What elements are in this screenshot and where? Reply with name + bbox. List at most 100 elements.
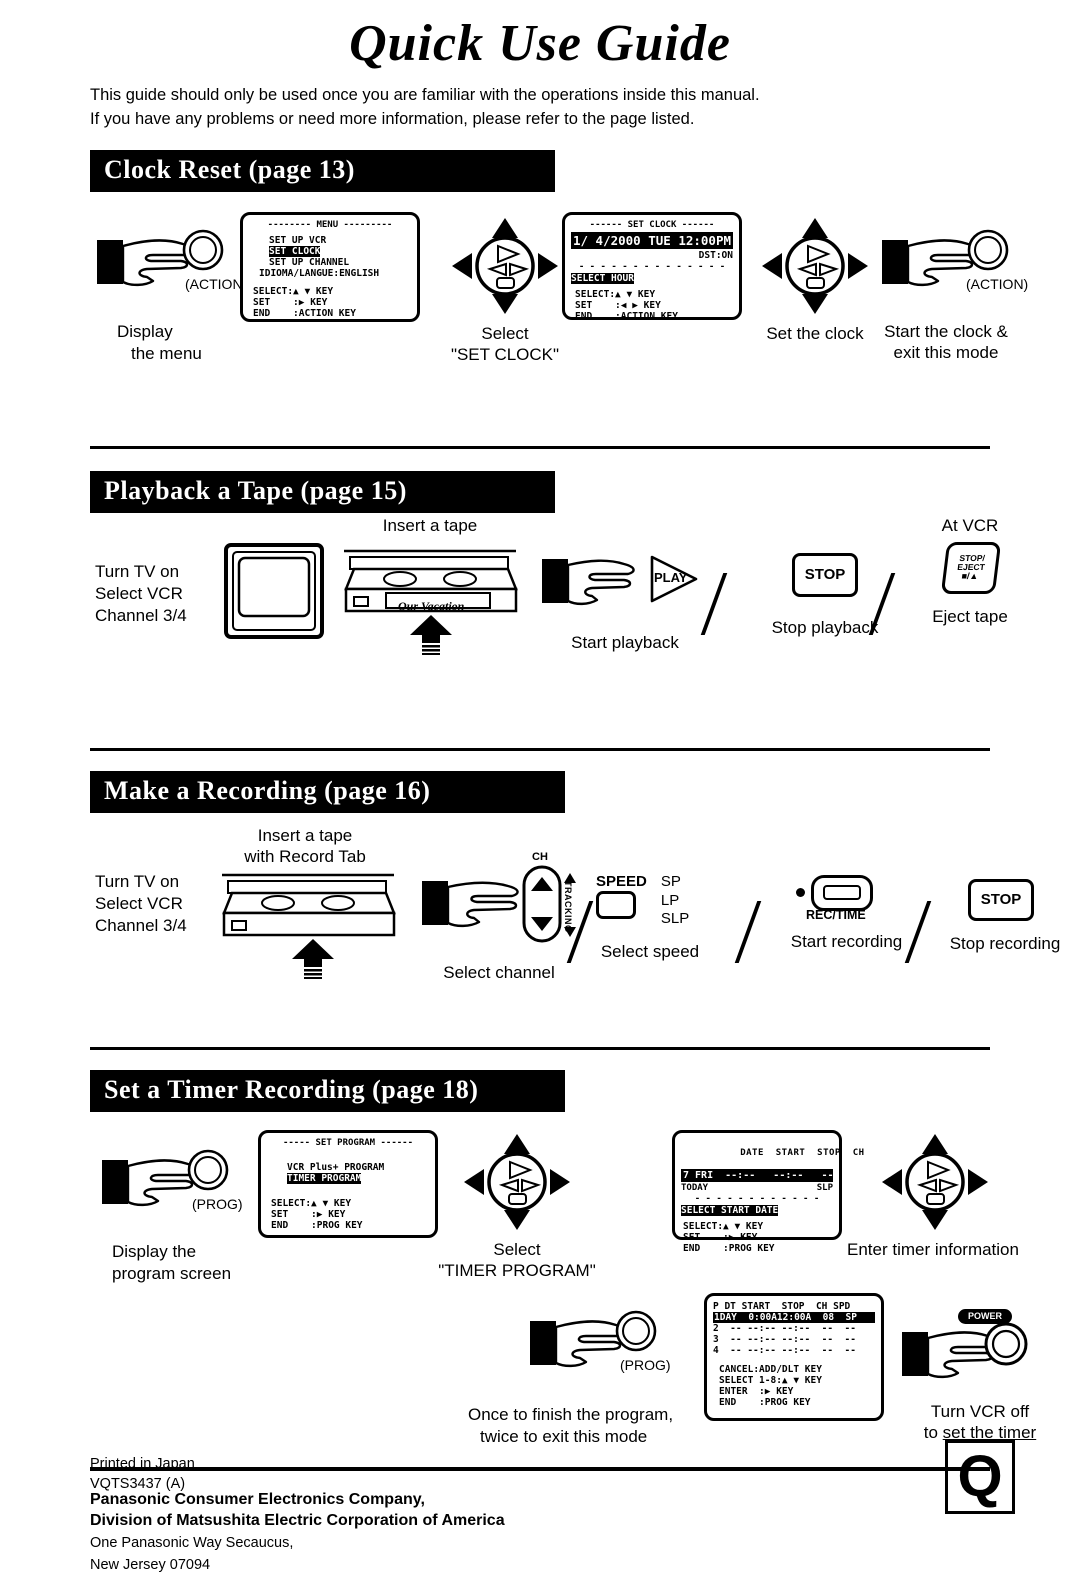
step-select-speed: SPEED SP LP SLP Select speed (596, 873, 730, 963)
page-title: Quick Use Guide (349, 15, 731, 72)
caption-line-2: twice to exit this mode (480, 1426, 648, 1446)
television-icon (224, 542, 324, 639)
osd-menu-item-0[interactable]: SET UP VCR (269, 235, 411, 246)
osd-menu-item-1[interactable]: SET CLOCK (269, 245, 411, 257)
step-caption: Enter timer information (847, 1239, 1019, 1259)
speed-option-lp: LP (660, 891, 680, 909)
arrow-pad-icon[interactable] (760, 216, 870, 316)
prog-button-label: (PROG) (192, 1195, 243, 1212)
caption-line-1: Display (117, 321, 173, 341)
osd-prog-help-0: SELECT:▲ ▼ KEY (271, 1197, 352, 1209)
intro-line-1: This guide should only be used once you … (90, 86, 760, 104)
section-heading-timer: Set a Timer Recording (page 18) (90, 1069, 565, 1112)
quick-use-guide-page: Quick Use Guide This guide should only b… (0, 0, 1080, 1573)
osd-clock-dst[interactable]: DST:ON (571, 250, 733, 261)
section-heading-playback: Playback a Tape (page 15) (90, 470, 555, 513)
step-start-clock-exit: (ACTION) Start the clock & exit this mod… (880, 224, 1029, 364)
footer: Panasonic Consumer Electronics Company, … (90, 1489, 1080, 1575)
section-divider (90, 445, 990, 449)
osd-screen-timer-entry: DATE START STOP CH 7 FRI --:-- --:-- -- … (672, 1129, 865, 1254)
action-button-label: (ACTION) (966, 275, 1029, 292)
osd-screen-set-program: ----- SET PROGRAM ------ VCR Plus+ PROGR… (258, 1129, 438, 1238)
step-eject-tape: At VCR STOP/ EJECT ■/▲ Eject tape (900, 515, 1040, 628)
rec-time-label: REC/TIME (806, 907, 866, 922)
stop-button-label: STOP (804, 566, 846, 584)
step-start-recording: REC/TIME Start recording (764, 874, 929, 952)
rec-indicator-dot (796, 888, 805, 898)
section-timer-recording: Set a Timer Recording (page 18) (PROG) D… (0, 1069, 1080, 1471)
step-caption: Select speed (600, 942, 700, 962)
osd-menu-header: -------- MENU --------- (267, 219, 393, 230)
osd-menu-help-2: END :ACTION KEY (253, 307, 356, 319)
stop-button[interactable]: STOP (792, 552, 858, 597)
vhs-tape-slot-icon (222, 873, 396, 937)
osd-list-help-1: SELECT 1-8:▲ ▼ KEY (719, 1374, 822, 1386)
insert-tape-record-caption: Insert a tape with Record Tab (200, 825, 410, 868)
step-display-menu: (ACTION) Display the menu (95, 224, 247, 365)
osd-prog-item-1[interactable]: TIMER PROGRAM (287, 1172, 429, 1184)
arrow-pad-icon[interactable] (462, 1132, 572, 1232)
caption-line-3: Channel 3/4 (95, 916, 187, 936)
company-line-2: Division of Matsushita Electric Corporat… (90, 1512, 505, 1530)
caption-line-2: with Record Tab (244, 847, 366, 867)
step-caption: Start recording (790, 931, 903, 951)
arrow-pad-icon[interactable] (880, 1132, 990, 1232)
osd-list-row-3[interactable]: 4 -- --:-- --:-- -- -- (713, 1345, 875, 1356)
osd-clock-datetime[interactable]: 1/ 4/2000 TUE 12:00PM (571, 231, 733, 249)
section-divider (90, 747, 990, 751)
play-button-label[interactable]: PLAY (654, 570, 687, 585)
osd-timer-row[interactable]: 7 FRI --:-- --:-- -- (681, 1168, 834, 1182)
speed-option-slp: SLP (660, 910, 690, 928)
osd-list-columns: P DT START STOP CH SPD (713, 1300, 851, 1312)
section-playback-tape: Playback a Tape (page 15) Turn TV on Sel… (0, 470, 1080, 751)
footer-divider (90, 1466, 990, 1471)
caption-line-2: program screen (112, 1263, 232, 1283)
speed-button[interactable] (596, 890, 636, 919)
step-turn-tv-on: Turn TV on Select VCR Channel 3/4 (95, 561, 230, 627)
step-select-set-clock: Select "SET CLOCK" (450, 216, 580, 366)
step-caption: Select "SET CLOCK" (430, 323, 580, 366)
step-caption: Select channel (443, 962, 555, 982)
step-caption: Select "TIMER PROGRAM" (412, 1239, 622, 1282)
caption-line-1: Insert a tape (257, 825, 353, 845)
osd-clock-help-0: SELECT:▲ ▼ KEY (575, 288, 656, 300)
caption-line-1: Select (493, 1239, 541, 1259)
caption-line-2: Select VCR (95, 893, 183, 913)
caption-line-1: Start the clock & (884, 321, 1008, 341)
speed-button-label: SPEED (596, 872, 647, 890)
caption-line-1: Turn TV on (95, 871, 180, 891)
osd-clock-help-2: END :ACTION KEY (575, 310, 678, 322)
step-enter-timer-info: Enter timer information (847, 1132, 1058, 1260)
section-heading-bar-wrap: Clock Reset (page 13) (90, 149, 1080, 192)
osd-timer-speed[interactable]: SLP (817, 1183, 833, 1193)
stop-eject-button[interactable]: STOP/ EJECT ■/▲ (940, 542, 1002, 595)
osd-menu-item-3[interactable]: IDIOMA/LANGUE:ENGLISH (259, 268, 411, 279)
step-caption: Turn VCR off to set the timer (900, 1401, 1060, 1444)
osd-list-row-1[interactable]: 2 -- --:-- --:-- -- -- (713, 1323, 875, 1334)
caption-line-3: Channel 3/4 (95, 606, 187, 626)
osd-menu-item-2[interactable]: SET UP CHANNEL (269, 257, 411, 268)
osd-prog-help-1: SET :▶ KEY (271, 1208, 346, 1220)
arrow-pad-icon[interactable] (450, 216, 560, 316)
caption-line-2: "SET CLOCK" (450, 345, 560, 365)
osd-screen-set-clock: ------ SET CLOCK ------ 1/ 4/2000 TUE 12… (562, 211, 742, 322)
printed-line-2: VQTS3437 (A) (90, 1475, 186, 1492)
intro-text: This guide should only be used once you … (90, 84, 990, 132)
step-turn-tv-on: Turn TV on Select VCR Channel 3/4 (95, 871, 230, 937)
rec-time-button[interactable] (811, 874, 873, 911)
stop-button[interactable]: STOP (968, 878, 1034, 921)
osd-prog-item-0[interactable]: VCR Plus+ PROGRAM (287, 1162, 429, 1173)
osd-clock-help-1: SET :◀ ▶ KEY (575, 299, 661, 311)
osd-timer-prompt: SELECT START DATE (681, 1204, 779, 1216)
tracking-label: TRACKING (563, 880, 573, 933)
tape-label: Our Vacation (398, 598, 465, 613)
print-info: Printed in Japan VQTS3437 (A) (90, 1455, 195, 1494)
osd-timer-columns: DATE START STOP CH (740, 1147, 865, 1158)
stop-button-label: STOP (980, 891, 1022, 909)
step-caption: Stop recording (949, 933, 1061, 953)
step-caption: Eject tape (932, 607, 1008, 627)
step-display-program-screen: (PROG) Display the program screen (100, 1144, 243, 1285)
osd-list-row-0[interactable]: 1DAY 0:00A12:00A 08 SP (713, 1311, 875, 1323)
osd-list-row-2[interactable]: 3 -- --:-- --:-- -- -- (713, 1334, 875, 1345)
step-caption: Start the clock & exit this mode (866, 321, 1026, 364)
